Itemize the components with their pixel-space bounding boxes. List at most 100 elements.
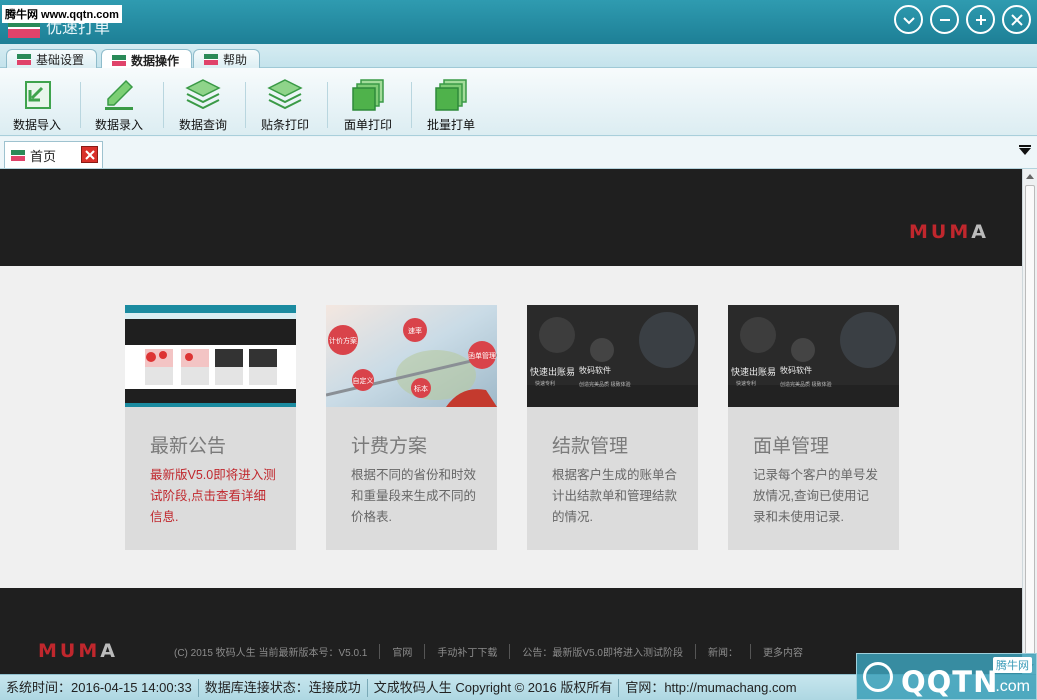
card-thumbnail xyxy=(125,305,296,407)
card-title: 面单管理 xyxy=(753,436,830,457)
card-settlement[interactable]: 快速出账易 快速专利 牧码软件 创造完美品质 极致体验 结款管理 根据客户生成的… xyxy=(527,305,698,550)
chevron-down-icon xyxy=(902,16,915,24)
data-import-button[interactable]: 数据导入 xyxy=(0,78,74,134)
footer-copyright: (C) 2015 牧码人生 当前最新版本号：V5.0.1 xyxy=(174,644,381,659)
maximize-button[interactable] xyxy=(966,5,995,34)
watermark-logo-icon xyxy=(863,662,893,692)
toolbar-label: 贴条打印 xyxy=(260,118,309,132)
hero-banner: MUMA xyxy=(0,169,1022,266)
bubble-label: 函单管理 xyxy=(468,351,496,360)
stack-icon xyxy=(185,79,221,110)
card-title: 结款管理 xyxy=(552,436,629,457)
pencil-icon xyxy=(105,79,134,110)
tab-help[interactable]: 帮助 xyxy=(193,49,261,69)
batch-print-button[interactable]: 批量打单 xyxy=(414,78,488,134)
card-thumbnail: 快速出账易 快速专利 牧码软件 创造完美品质 极致体验 xyxy=(728,305,899,407)
thumb-text: 快速出账易 xyxy=(530,366,575,378)
watermark-suffix: .com xyxy=(995,678,1030,695)
card-description[interactable]: 最新版V5.0即将进入测试阶段,点击查看详细信息. xyxy=(150,465,278,528)
label-print-button[interactable]: 贴条打印 xyxy=(248,78,322,134)
plus-icon xyxy=(975,14,986,25)
toolbar-label: 数据录入 xyxy=(94,118,143,132)
bubble-label: 标本 xyxy=(414,384,428,393)
card-title: 最新公告 xyxy=(150,436,227,457)
watermark-text: QQTN xyxy=(901,665,999,699)
tab-home[interactable]: 首页 xyxy=(4,141,103,168)
ribbon-tab-strip: 基础设置 数据操作 帮助 xyxy=(0,44,1037,70)
toolbar-separator xyxy=(411,82,412,128)
site-watermark: 腾牛网 www.qqtn.com xyxy=(2,5,122,23)
close-tab-button[interactable] xyxy=(81,146,98,163)
collapse-button[interactable] xyxy=(894,5,923,34)
brand-logo: MUMA xyxy=(38,640,116,662)
document-tab-strip: 首页 xyxy=(0,137,1037,169)
waybill-print-button[interactable]: 面单打印 xyxy=(331,78,405,134)
tab-data-operations[interactable]: 数据操作 xyxy=(101,49,193,70)
close-icon xyxy=(84,149,95,160)
tab-label: 数据操作 xyxy=(131,53,180,68)
data-entry-button[interactable]: 数据录入 xyxy=(82,78,156,134)
thumb-text: 快速专利 xyxy=(535,380,555,387)
brand-logo: MUMA xyxy=(909,221,987,243)
home-page: MUMA 最新公告 最新版V5.0即将进入测试阶段,点击查看详细信息. 计价方案… xyxy=(0,169,1022,674)
toolbar-label: 数据导入 xyxy=(12,118,61,132)
toolbar-separator xyxy=(80,82,81,128)
card-title: 计费方案 xyxy=(351,436,428,457)
toolbar-label: 数据查询 xyxy=(178,118,227,132)
footer-news: 新闻： xyxy=(696,644,751,659)
bubble-label: 自定义 xyxy=(353,376,374,385)
corner-watermark: QQTN 腾牛网 .com xyxy=(856,653,1037,700)
status-website: 官网：http://mumachang.com xyxy=(625,679,797,695)
status-copyright: 文成牧码人生 Copyright © 2016 版权所有 xyxy=(368,678,620,697)
tab-list-dropdown[interactable] xyxy=(1019,145,1031,147)
minimize-button[interactable] xyxy=(930,5,959,34)
footer-link-website[interactable]: 官网 xyxy=(380,644,426,659)
app-flag-icon xyxy=(112,54,126,66)
footer-links: (C) 2015 牧码人生 当前最新版本号：V5.0.1 官网 手动补丁下载 公… xyxy=(174,644,815,659)
card-description: 记录每个客户的单号发放情况,查询已使用记录和未使用记录. xyxy=(753,468,879,524)
minus-icon xyxy=(939,18,950,21)
card-thumbnail: 快速出账易 快速专利 牧码软件 创造完美品质 极致体验 xyxy=(527,305,698,407)
tab-label: 首页 xyxy=(30,148,57,164)
app-flag-icon xyxy=(204,54,218,65)
app-flag-icon xyxy=(11,149,25,161)
thumb-text: 创造完美品质 极致体验 xyxy=(579,381,631,388)
status-db-connection: 数据库连接状态：连接成功 xyxy=(199,678,368,697)
chevron-down-icon[interactable] xyxy=(1019,148,1031,155)
thumb-text: 牧码软件 xyxy=(579,365,611,375)
import-icon xyxy=(25,81,51,109)
title-bar: 腾牛网 www.qqtn.com 优速打单 xyxy=(0,0,1037,44)
stack-icon xyxy=(267,79,303,110)
card-latest-notice[interactable]: 最新公告 最新版V5.0即将进入测试阶段,点击查看详细信息. xyxy=(125,305,296,550)
watermark-tag: 腾牛网 xyxy=(993,657,1032,673)
scroll-up-arrow[interactable] xyxy=(1026,174,1034,179)
bubble-label: 计价方案 xyxy=(329,336,357,345)
close-window-button[interactable] xyxy=(1002,5,1031,34)
thumb-text: 快速专利 xyxy=(736,380,756,387)
close-icon xyxy=(1010,13,1023,26)
card-description: 根据不同的省份和时效和重量段来生成不同的价格表. xyxy=(351,468,477,524)
toolbar-separator xyxy=(327,82,328,128)
bubble-label: 速率 xyxy=(408,326,422,335)
app-logo xyxy=(8,20,40,40)
footer-link-patch-download[interactable]: 手动补丁下载 xyxy=(425,644,511,659)
tab-label: 基础设置 xyxy=(36,53,85,67)
footer-notice[interactable]: 公告：最新版V5.0即将进入测试阶段 xyxy=(510,644,696,659)
tab-basic-settings[interactable]: 基础设置 xyxy=(6,49,98,69)
footer-link-more[interactable]: 更多内容 xyxy=(751,644,815,659)
card-description: 根据客户生成的账单合计出结款单和管理结款的情况. xyxy=(552,468,678,524)
data-query-button[interactable]: 数据查询 xyxy=(166,78,240,134)
thumb-text: 牧码软件 xyxy=(780,365,812,375)
card-waybill-management[interactable]: 快速出账易 快速专利 牧码软件 创造完美品质 极致体验 面单管理 记录每个客户的… xyxy=(728,305,899,550)
window-controls xyxy=(894,5,1031,34)
status-system-time: 系统时间：2016-04-15 14:00:33 xyxy=(0,678,199,697)
app-flag-icon xyxy=(17,54,31,65)
toolbar-label: 批量打单 xyxy=(426,118,475,132)
scrollbar-thumb[interactable] xyxy=(1025,185,1035,655)
toolbar-separator xyxy=(245,82,246,128)
card-thumbnail: 计价方案 速率 函单管理 自定义 标本 xyxy=(326,305,497,407)
vertical-scrollbar[interactable] xyxy=(1022,169,1037,674)
card-pricing-plan[interactable]: 计价方案 速率 函单管理 自定义 标本 计费方案 根据不同的省份和时效和重量段来… xyxy=(326,305,497,550)
toolbar: 数据导入 数据录入 数据查询 贴条打印 面单打印 批量打单 xyxy=(0,68,1037,136)
thumb-text: 创造完美品质 极致体验 xyxy=(780,381,832,388)
